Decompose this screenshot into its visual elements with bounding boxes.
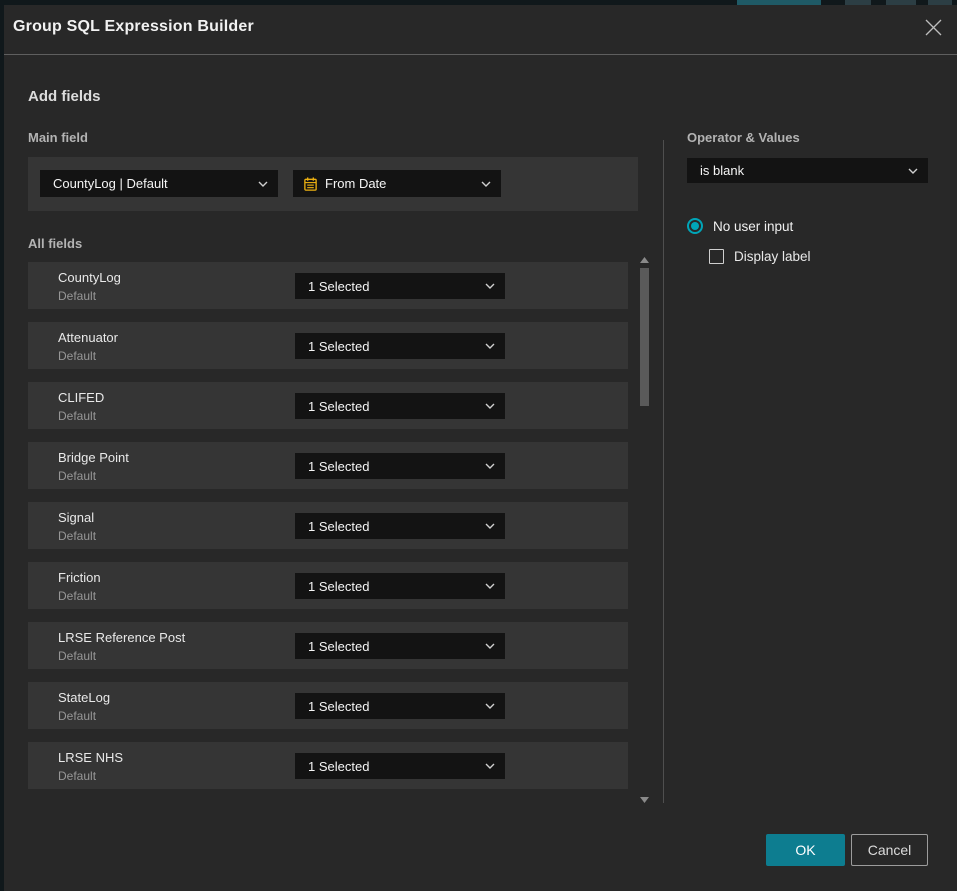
field-subtitle: Default <box>58 469 96 483</box>
field-row: CLIFED Default 1 Selected <box>28 382 628 429</box>
field-selected-value: 1 Selected <box>295 699 369 714</box>
main-field-source-dropdown[interactable]: CountyLog | Default <box>40 170 278 197</box>
main-field-label: Main field <box>28 130 88 145</box>
main-field-panel: CountyLog | Default From Date <box>28 157 638 211</box>
field-subtitle: Default <box>58 709 96 723</box>
field-subtitle: Default <box>58 409 96 423</box>
field-name: StateLog <box>58 690 110 705</box>
chevron-down-icon <box>485 343 495 349</box>
field-select-dropdown[interactable]: 1 Selected <box>295 693 505 719</box>
chevron-down-icon <box>485 583 495 589</box>
all-fields-label: All fields <box>28 236 82 251</box>
chevron-down-icon <box>485 703 495 709</box>
operator-value: is blank <box>687 163 744 178</box>
field-select-dropdown[interactable]: 1 Selected <box>295 633 505 659</box>
chevron-down-icon <box>485 403 495 409</box>
field-subtitle: Default <box>58 769 96 783</box>
field-selected-value: 1 Selected <box>295 579 369 594</box>
checkbox-unchecked-icon <box>709 249 724 264</box>
panel-divider <box>663 140 664 803</box>
field-select-dropdown[interactable]: 1 Selected <box>295 273 505 299</box>
field-row: LRSE NHS Default 1 Selected <box>28 742 628 789</box>
no-user-input-radio[interactable]: No user input <box>687 218 793 234</box>
field-subtitle: Default <box>58 289 96 303</box>
field-selected-value: 1 Selected <box>295 399 369 414</box>
field-selected-value: 1 Selected <box>295 639 369 654</box>
calendar-icon <box>293 176 318 192</box>
field-selected-value: 1 Selected <box>295 459 369 474</box>
field-row: Attenuator Default 1 Selected <box>28 322 628 369</box>
main-field-date-dropdown[interactable]: From Date <box>293 170 501 197</box>
scrollbar-up-icon[interactable] <box>640 256 649 264</box>
radio-selected-icon <box>687 218 703 234</box>
dialog-titlebar: Group SQL Expression Builder <box>4 5 957 55</box>
ok-button[interactable]: OK <box>766 834 845 866</box>
main-field-date-value: From Date <box>318 176 386 191</box>
field-selected-value: 1 Selected <box>295 519 369 534</box>
field-row: Signal Default 1 Selected <box>28 502 628 549</box>
display-label-label: Display label <box>734 249 811 264</box>
field-select-dropdown[interactable]: 1 Selected <box>295 453 505 479</box>
field-name: LRSE Reference Post <box>58 630 185 645</box>
chevron-down-icon <box>908 168 918 174</box>
close-icon <box>925 19 942 41</box>
operator-values-label: Operator & Values <box>687 130 800 145</box>
field-select-dropdown[interactable]: 1 Selected <box>295 333 505 359</box>
list-scrollbar[interactable] <box>638 256 651 804</box>
field-subtitle: Default <box>58 589 96 603</box>
operator-dropdown[interactable]: is blank <box>687 158 928 183</box>
chevron-down-icon <box>258 181 268 187</box>
field-subtitle: Default <box>58 529 96 543</box>
scrollbar-down-icon[interactable] <box>640 796 649 804</box>
chevron-down-icon <box>485 463 495 469</box>
field-row: LRSE Reference Post Default 1 Selected <box>28 622 628 669</box>
field-select-dropdown[interactable]: 1 Selected <box>295 393 505 419</box>
field-selected-value: 1 Selected <box>295 279 369 294</box>
group-sql-expression-builder-dialog: Group SQL Expression Builder Add fields … <box>4 5 957 891</box>
field-selected-value: 1 Selected <box>295 759 369 774</box>
field-name: CLIFED <box>58 390 104 405</box>
dialog-title: Group SQL Expression Builder <box>13 18 254 36</box>
field-name: Attenuator <box>58 330 118 345</box>
chevron-down-icon <box>485 523 495 529</box>
display-label-checkbox[interactable]: Display label <box>709 249 811 264</box>
field-subtitle: Default <box>58 649 96 663</box>
field-name: LRSE NHS <box>58 750 123 765</box>
scrollbar-thumb[interactable] <box>640 268 649 406</box>
field-subtitle: Default <box>58 349 96 363</box>
chevron-down-icon <box>485 643 495 649</box>
field-row: StateLog Default 1 Selected <box>28 682 628 729</box>
main-field-source-value: CountyLog | Default <box>40 176 168 191</box>
field-name: Bridge Point <box>58 450 129 465</box>
cancel-button[interactable]: Cancel <box>851 834 928 866</box>
chevron-down-icon <box>485 283 495 289</box>
all-fields-list: CountyLog Default 1 Selected Attenuator … <box>28 262 628 802</box>
field-select-dropdown[interactable]: 1 Selected <box>295 753 505 779</box>
field-select-dropdown[interactable]: 1 Selected <box>295 573 505 599</box>
field-name: Signal <box>58 510 94 525</box>
chevron-down-icon <box>485 763 495 769</box>
no-user-input-label: No user input <box>713 219 793 234</box>
add-fields-heading: Add fields <box>28 88 101 105</box>
field-row: Bridge Point Default 1 Selected <box>28 442 628 489</box>
field-row: CountyLog Default 1 Selected <box>28 262 628 309</box>
chevron-down-icon <box>481 181 491 187</box>
field-select-dropdown[interactable]: 1 Selected <box>295 513 505 539</box>
field-name: Friction <box>58 570 101 585</box>
field-name: CountyLog <box>58 270 121 285</box>
field-selected-value: 1 Selected <box>295 339 369 354</box>
close-button[interactable] <box>921 18 945 42</box>
field-row: Friction Default 1 Selected <box>28 562 628 609</box>
